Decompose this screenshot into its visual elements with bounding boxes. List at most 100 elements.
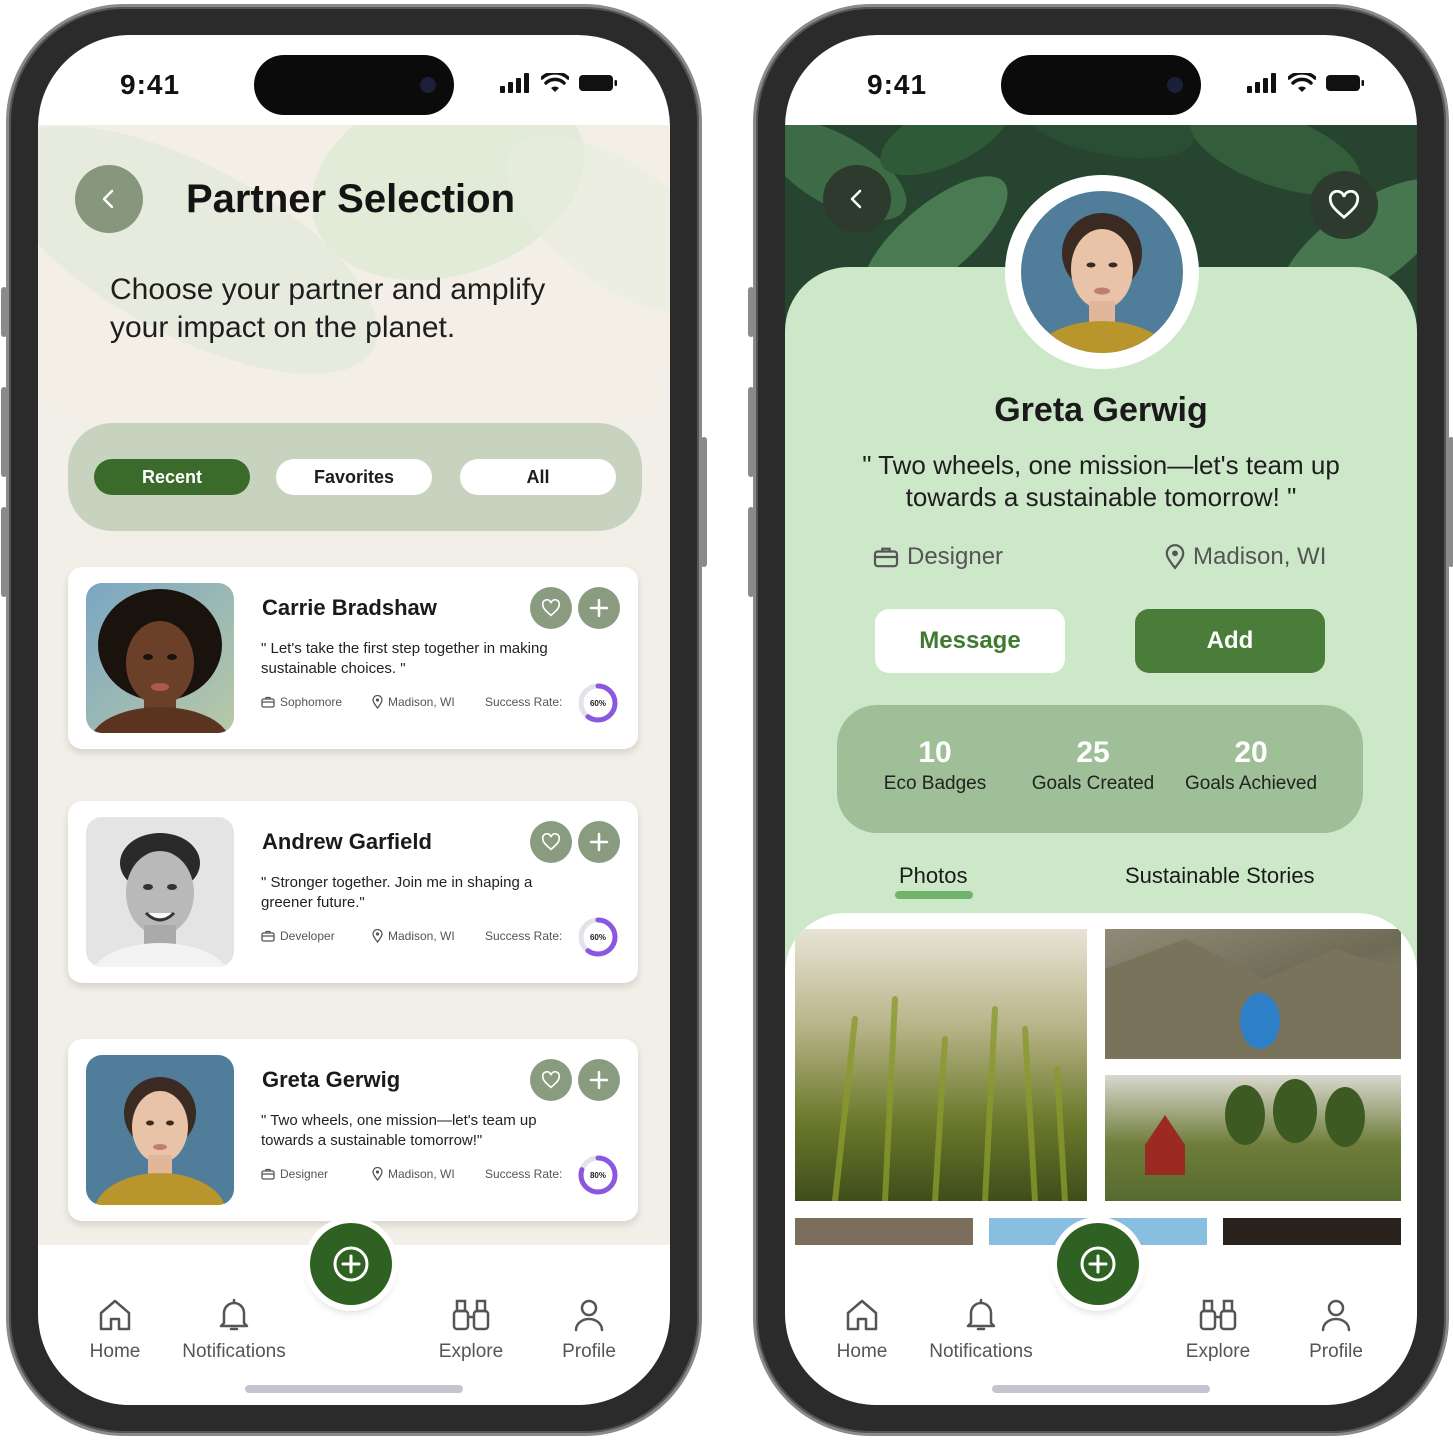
- partner-card[interactable]: Andrew Garfield " Stronger together. Joi…: [68, 801, 638, 983]
- partner-card[interactable]: Carrie Bradshaw " Let's take the first s…: [68, 567, 638, 749]
- partner-role: Sophomore: [261, 695, 342, 709]
- favorite-button[interactable]: [530, 587, 572, 629]
- tab-photos[interactable]: Photos: [899, 863, 968, 889]
- mute-switch: [1, 287, 7, 337]
- gallery-photo-hiker[interactable]: [1105, 929, 1401, 1059]
- nav-home-label: Home: [836, 1341, 888, 1362]
- location-pin-icon: [372, 695, 383, 709]
- user-icon: [574, 1299, 604, 1332]
- home-indicator: [992, 1385, 1210, 1393]
- back-button[interactable]: [823, 165, 891, 233]
- briefcase-icon: [261, 1168, 275, 1180]
- partner-role-text: Developer: [280, 929, 335, 943]
- power-button: [1448, 437, 1453, 567]
- partner-photo-andrew: [86, 817, 234, 967]
- add-button[interactable]: Add: [1135, 609, 1325, 673]
- nav-notifications[interactable]: Notifications: [169, 1297, 299, 1363]
- wifi-icon: [541, 73, 569, 92]
- favorite-button[interactable]: [1310, 171, 1378, 239]
- partner-quote: " Stronger together. Join me in shaping …: [261, 874, 533, 911]
- tab-all[interactable]: All: [460, 459, 616, 495]
- home-icon: [846, 1299, 878, 1331]
- stat-label: Goals Achieved: [1184, 773, 1318, 794]
- battery-icon: [1326, 75, 1364, 91]
- signal-icon: [500, 73, 529, 93]
- stat-goals-created: 25 Goals Created: [1013, 737, 1173, 795]
- status-time: 9:41: [867, 69, 928, 100]
- gallery-photo-wheat[interactable]: [795, 929, 1087, 1204]
- create-button[interactable]: [1057, 1223, 1139, 1305]
- avatar: [1005, 175, 1199, 369]
- profile-role: Designer: [873, 543, 1003, 571]
- nav-profile[interactable]: Profile: [1271, 1297, 1401, 1363]
- stat-label: Eco Badges: [883, 773, 987, 794]
- back-button[interactable]: [75, 165, 143, 233]
- active-tab-indicator: [895, 891, 973, 899]
- success-rate-ring: 60%: [576, 915, 620, 959]
- bottom-nav: Home Notifications Explore Profile: [785, 1223, 1417, 1405]
- favorite-button[interactable]: [530, 821, 572, 863]
- add-partner-button[interactable]: [578, 587, 620, 629]
- stat-eco-badges: 10 Eco Badges: [855, 737, 1015, 795]
- briefcase-icon: [261, 930, 275, 942]
- success-rate-ring: 60%: [576, 681, 620, 725]
- status-bar: 9:41: [785, 35, 1417, 125]
- partner-card[interactable]: Greta Gerwig " Two wheels, one mission—l…: [68, 1039, 638, 1221]
- plus-icon: [589, 832, 609, 852]
- location-pin-icon: [372, 1167, 383, 1181]
- nav-profile[interactable]: Profile: [524, 1297, 654, 1363]
- plus-icon: [589, 1070, 609, 1090]
- nav-home[interactable]: Home: [797, 1297, 927, 1363]
- tab-recent[interactable]: Recent: [94, 459, 250, 495]
- bottom-nav: Home Notifications Explore Profile: [38, 1223, 670, 1405]
- add-partner-button[interactable]: [578, 821, 620, 863]
- add-circle-icon: [333, 1246, 369, 1282]
- create-button[interactable]: [310, 1223, 392, 1305]
- back-icon: [102, 189, 114, 209]
- nav-home[interactable]: Home: [50, 1297, 180, 1363]
- nav-explore[interactable]: Explore: [406, 1297, 536, 1363]
- stat-value: 10: [918, 736, 952, 769]
- volume-up-button: [748, 387, 754, 477]
- message-button[interactable]: Message: [875, 609, 1065, 673]
- partner-quote: " Two wheels, one mission—let's team up …: [261, 1112, 537, 1149]
- success-rate-value: 60%: [589, 932, 606, 942]
- success-rate-value: 80%: [589, 1170, 606, 1180]
- partner-photo-carrie: [86, 583, 234, 733]
- profile-location: Madison, WI: [1165, 543, 1326, 571]
- power-button: [701, 437, 707, 567]
- success-rate-value: 60%: [589, 698, 606, 708]
- success-rate-label: Success Rate:: [485, 695, 563, 709]
- partner-quote: " Let's take the first step together in …: [261, 640, 548, 677]
- partner-role: Designer: [261, 1167, 328, 1181]
- gallery-photo-barn[interactable]: [1105, 1075, 1401, 1201]
- partner-photo-greta: [86, 1055, 234, 1205]
- nav-profile-label: Profile: [562, 1341, 616, 1362]
- tab-sustainable-stories[interactable]: Sustainable Stories: [1125, 863, 1315, 889]
- tab-favorites[interactable]: Favorites: [276, 459, 432, 495]
- back-icon: [850, 189, 862, 209]
- favorite-button[interactable]: [530, 1059, 572, 1101]
- status-bar: 9:41: [38, 35, 670, 125]
- dynamic-island: [1001, 55, 1201, 115]
- nav-notifications[interactable]: Notifications: [916, 1297, 1046, 1363]
- heart-icon: [541, 599, 561, 617]
- status-icons: [500, 73, 618, 93]
- volume-down-button: [1, 507, 7, 597]
- nav-home-label: Home: [89, 1341, 141, 1362]
- nav-explore[interactable]: Explore: [1153, 1297, 1283, 1363]
- wifi-icon: [1288, 73, 1316, 92]
- add-circle-icon: [1080, 1246, 1116, 1282]
- nav-profile-label: Profile: [1309, 1341, 1363, 1362]
- partner-profile-screen: 9:41 Greta Gerwig " Two wheels, one miss…: [785, 35, 1417, 1405]
- page-title: Partner Selection: [186, 177, 516, 221]
- add-partner-button[interactable]: [578, 1059, 620, 1101]
- dynamic-island: [254, 55, 454, 115]
- profile-quote: " Two wheels, one mission—let's team up …: [862, 450, 1340, 512]
- partner-role-text: Sophomore: [280, 695, 343, 709]
- briefcase-icon: [261, 696, 275, 708]
- success-rate-label: Success Rate:: [485, 929, 563, 943]
- partner-location-text: Madison, WI: [388, 929, 455, 943]
- partner-role-text: Designer: [280, 1167, 329, 1181]
- binoculars-icon: [452, 1299, 490, 1331]
